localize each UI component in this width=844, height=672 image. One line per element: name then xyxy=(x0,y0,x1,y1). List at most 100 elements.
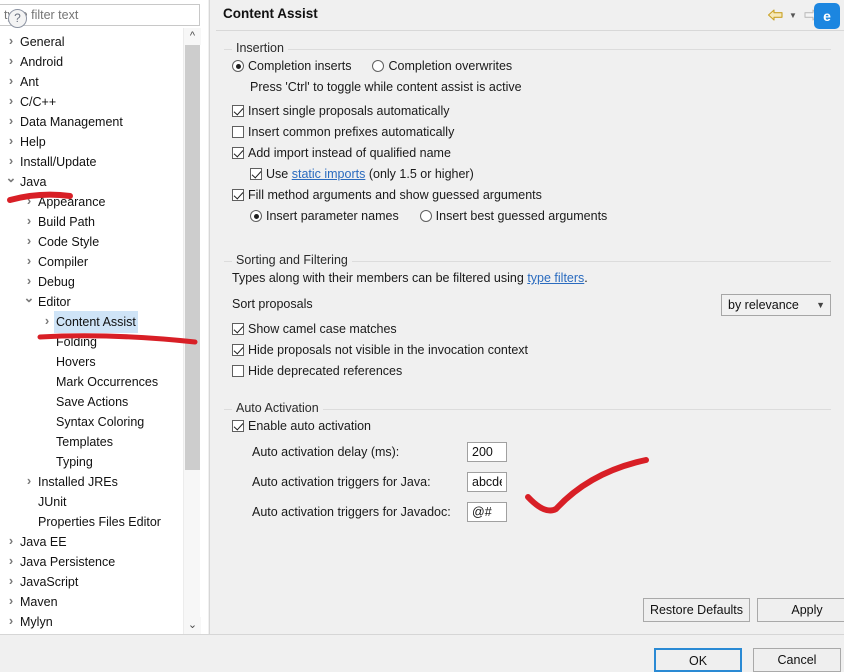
sidebar-item-mylyn[interactable]: Mylyn xyxy=(0,611,180,631)
use-static-imports-checkbox[interactable] xyxy=(250,168,262,180)
enable-auto-activation-row[interactable]: Enable auto activation xyxy=(224,416,831,437)
chevron-right-icon[interactable] xyxy=(4,51,18,73)
scroll-up-icon[interactable]: ^ xyxy=(184,28,201,45)
sidebar-item-build-path[interactable]: Build Path xyxy=(0,211,180,231)
sidebar-item-syntax-coloring[interactable]: Syntax Coloring xyxy=(0,411,180,431)
sidebar-item-mark-occurrences[interactable]: Mark Occurrences xyxy=(0,371,180,391)
show-camel-case-checkbox[interactable] xyxy=(232,323,244,335)
sidebar-item-c-c[interactable]: C/C++ xyxy=(0,91,180,111)
chevron-right-icon[interactable] xyxy=(4,31,18,53)
chevron-right-icon[interactable] xyxy=(22,191,36,213)
sidebar-item-content-assist[interactable]: Content Assist xyxy=(0,311,180,333)
sorting-group-body: Types along with their members can be fi… xyxy=(224,268,831,382)
sidebar-item-ant[interactable]: Ant xyxy=(0,71,180,91)
sidebar-item-save-actions[interactable]: Save Actions xyxy=(0,391,180,411)
chevron-right-icon[interactable] xyxy=(22,251,36,273)
insert-single-proposals-checkbox[interactable] xyxy=(232,105,244,117)
tree-scroll-area[interactable]: General Android Ant C/C++ Data Management Hel… xyxy=(0,31,208,634)
hide-deprecated-row[interactable]: Hide deprecated references xyxy=(224,361,831,382)
hide-deprecated-label: Hide deprecated references xyxy=(248,364,403,378)
completion-inserts-radio[interactable] xyxy=(232,59,248,73)
sidebar-item-label: Content Assist xyxy=(54,311,138,333)
back-arrow-icon[interactable] xyxy=(765,6,785,24)
chevron-right-icon[interactable] xyxy=(4,531,18,553)
sidebar-item-code-style[interactable]: Code Style xyxy=(0,231,180,251)
sidebar-item-properties-files-editor[interactable]: Properties Files Editor xyxy=(0,511,180,531)
sidebar-item-maven[interactable]: Maven xyxy=(0,591,180,611)
sidebar-item-templates[interactable]: Templates xyxy=(0,431,180,451)
insert-parameter-names-label: Insert parameter names xyxy=(266,209,399,223)
scrollbar-thumb[interactable] xyxy=(185,45,200,470)
add-import-row[interactable]: Add import instead of qualified name xyxy=(224,143,831,164)
eclipse-badge-icon[interactable]: e xyxy=(814,3,840,29)
chevron-right-icon[interactable] xyxy=(4,91,18,113)
sidebar-item-editor[interactable]: Editor xyxy=(0,291,180,311)
sidebar-item-general[interactable]: General xyxy=(0,31,180,51)
chevron-right-icon[interactable] xyxy=(22,231,36,253)
sidebar-item-label: Build Path xyxy=(38,215,95,229)
cancel-button[interactable]: Cancel xyxy=(753,648,841,672)
scroll-down-icon[interactable]: ⌄ xyxy=(184,617,201,634)
insert-common-prefixes-checkbox[interactable] xyxy=(232,126,244,138)
chevron-down-icon[interactable] xyxy=(4,171,18,193)
sidebar-item-java-ee[interactable]: Java EE xyxy=(0,531,180,551)
hide-not-visible-checkbox[interactable] xyxy=(232,344,244,356)
java-triggers-input[interactable] xyxy=(467,472,507,492)
insert-best-guessed-radio[interactable] xyxy=(419,209,436,223)
sidebar-item-hovers[interactable]: Hovers xyxy=(0,351,180,371)
sidebar-item-android[interactable]: Android xyxy=(0,51,180,71)
sidebar-item-junit[interactable]: JUnit xyxy=(0,491,180,511)
restore-defaults-button[interactable]: Restore Defaults xyxy=(643,598,750,622)
activation-delay-input[interactable] xyxy=(467,442,507,462)
sort-proposals-dropdown[interactable]: by relevance ▼ xyxy=(721,294,831,316)
sidebar-item-typing[interactable]: Typing xyxy=(0,451,180,471)
chevron-right-icon[interactable] xyxy=(4,71,18,93)
sidebar-item-folding[interactable]: Folding xyxy=(0,331,180,351)
insert-single-proposals-row[interactable]: Insert single proposals automatically xyxy=(224,101,831,122)
sidebar-item-data-management[interactable]: Data Management xyxy=(0,111,180,131)
type-filters-link[interactable]: type filters xyxy=(527,271,584,285)
ok-button[interactable]: OK xyxy=(654,648,742,672)
sidebar-item-java[interactable]: Java xyxy=(0,171,180,191)
activation-delay-label: Auto activation delay (ms): xyxy=(252,445,400,459)
chevron-right-icon[interactable] xyxy=(4,111,18,133)
chevron-right-icon[interactable] xyxy=(4,591,18,613)
chevron-right-icon[interactable] xyxy=(22,471,36,493)
javadoc-triggers-input[interactable] xyxy=(467,502,507,522)
chevron-right-icon[interactable] xyxy=(40,311,54,333)
enable-auto-activation-checkbox[interactable] xyxy=(232,420,244,432)
insert-common-prefixes-row[interactable]: Insert common prefixes automatically xyxy=(224,122,831,143)
back-history-chevron-down-icon[interactable]: ▼ xyxy=(787,6,799,24)
sidebar-item-help[interactable]: Help xyxy=(0,131,180,151)
sidebar-item-appearance[interactable]: Appearance xyxy=(0,191,180,211)
help-icon[interactable]: ? xyxy=(8,9,27,28)
sidebar-item-install-update[interactable]: Install/Update xyxy=(0,151,180,171)
use-static-imports-row[interactable]: Use static imports (only 1.5 or higher) xyxy=(224,164,831,185)
enable-auto-activation-label: Enable auto activation xyxy=(248,419,372,433)
fill-method-arguments-checkbox[interactable] xyxy=(232,189,244,201)
completion-overwrites-radio[interactable] xyxy=(372,59,388,73)
fill-method-arguments-row[interactable]: Fill method arguments and show guessed a… xyxy=(224,185,831,206)
sidebar-item-compiler[interactable]: Compiler xyxy=(0,251,180,271)
chevron-right-icon[interactable] xyxy=(4,571,18,593)
camel-case-row[interactable]: Show camel case matches xyxy=(224,319,831,340)
tree-scrollbar[interactable]: ^ ⌄ xyxy=(183,28,201,634)
hide-deprecated-checkbox[interactable] xyxy=(232,365,244,377)
chevron-right-icon[interactable] xyxy=(4,551,18,573)
insert-parameter-names-radio[interactable] xyxy=(250,209,266,223)
apply-button[interactable]: Apply xyxy=(757,598,844,622)
chevron-right-icon[interactable] xyxy=(22,211,36,233)
use-static-imports-prefix: Use xyxy=(266,167,289,181)
sidebar-item-installed-jres[interactable]: Installed JREs xyxy=(0,471,180,491)
static-imports-link[interactable]: static imports xyxy=(292,167,366,181)
chevron-right-icon[interactable] xyxy=(4,611,18,633)
add-import-checkbox[interactable] xyxy=(232,147,244,159)
chevron-right-icon[interactable] xyxy=(4,131,18,153)
chevron-down-icon[interactable] xyxy=(22,291,36,313)
sidebar-item-javascript[interactable]: JavaScript xyxy=(0,571,180,591)
sidebar-item-debug[interactable]: Debug xyxy=(0,271,180,291)
javadoc-triggers-row: Auto activation triggers for Javadoc: xyxy=(224,497,831,527)
hide-not-visible-row[interactable]: Hide proposals not visible in the invoca… xyxy=(224,340,831,361)
search-input[interactable] xyxy=(0,4,200,26)
sidebar-item-java-persistence[interactable]: Java Persistence xyxy=(0,551,180,571)
